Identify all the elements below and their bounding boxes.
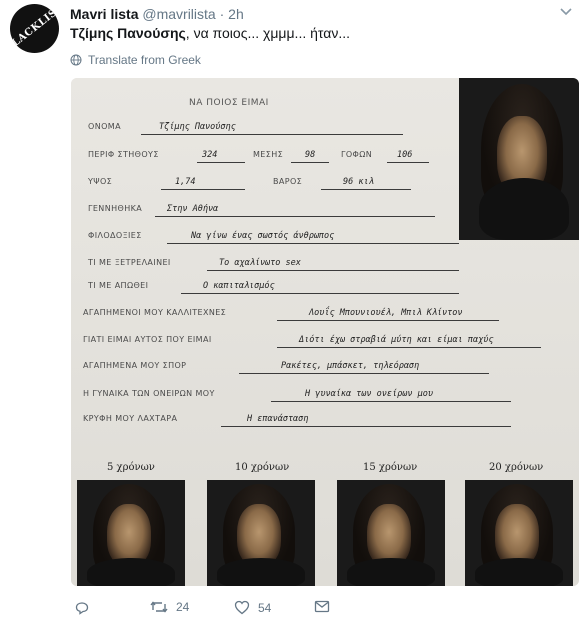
form-value-repels: Ο καπιταλισμός xyxy=(203,281,275,291)
retweet-count: 24 xyxy=(176,600,190,614)
form-value-waist: 98 xyxy=(305,150,316,160)
form-label-height: ΥΨΟΣ xyxy=(88,177,113,186)
form-value-chest: 324 xyxy=(202,150,218,160)
form-value-secret-longing: Η επανάσταση xyxy=(247,414,309,424)
form-value-name: Τζίμης Πανούσης xyxy=(159,122,236,132)
user-handle[interactable]: @mavrilista xyxy=(142,6,215,22)
globe-icon xyxy=(70,54,82,66)
reply-icon xyxy=(75,602,89,615)
tweet-actions: 24 54 xyxy=(70,600,370,620)
translate-link[interactable]: Translate from Greek xyxy=(70,53,201,67)
retweet-button[interactable]: 24 xyxy=(150,600,189,614)
form-value-height: 1,74 xyxy=(175,177,196,187)
form-label-why: ΓΙΑΤΙ ΕΙΜΑΙ ΑΥΤΟΣ ΠΟΥ ΕΙΜΑΙ xyxy=(83,335,212,344)
tweet-text: Τζίμης Πανούσης, να ποιος... χμμμ... ήτα… xyxy=(70,25,350,41)
form-label-secret-longing: ΚΡΥΦΗ ΜΟΥ ΛΑΧΤΑΡΑ xyxy=(83,414,178,423)
translate-label: Translate from Greek xyxy=(88,53,201,67)
form-label-dream-woman: Η ΓΥΝΑΙΚΑ ΤΩΝ ΟΝΕΙΡΩΝ ΜΟΥ xyxy=(83,389,215,398)
separator-dot: · xyxy=(219,6,225,22)
chevron-down-icon[interactable] xyxy=(558,6,574,18)
form-title: ΝΑ ΠΟΙΟΣ ΕΙΜΑΙ xyxy=(189,98,269,108)
heart-icon xyxy=(234,600,250,615)
age-label-20: 20 χρόνων xyxy=(489,462,544,473)
tweet-media-image[interactable]: ΝΑ ΠΟΙΟΣ ΕΙΜΑΙ ΟΝΟΜΑ Τζίμης Πανούσης ΠΕΡ… xyxy=(71,78,579,586)
photo-age-5 xyxy=(77,480,185,586)
form-label-sports: ΑΓΑΠΗΜΕΝΑ ΜΟΥ ΣΠΟΡ xyxy=(83,361,187,370)
age-label-5: 5 χρόνων xyxy=(107,462,155,473)
form-label-repels: ΤΙ ΜΕ ΑΠΩΘΕΙ xyxy=(88,281,149,290)
age-label-10: 10 χρόνων xyxy=(235,462,290,473)
like-count: 54 xyxy=(258,600,272,615)
form-label-name: ΟΝΟΜΑ xyxy=(88,122,121,131)
reply-button[interactable] xyxy=(74,600,90,616)
form-value-why: Διότι έχω στραβιά μύτη και είμαι παχύς xyxy=(299,335,494,345)
form-value-artists: Λουΐς Μπουνιουέλ, Μπιλ Κλίντον xyxy=(309,308,463,318)
tweet-header: Mavri lista @mavrilista · 2h xyxy=(70,6,244,22)
form-value-born: Στην Αθήνα xyxy=(167,204,219,214)
timestamp[interactable]: 2h xyxy=(228,6,244,22)
tweet-mention: Τζίμης Πανούσης xyxy=(70,25,186,41)
tweet-body: , να ποιος... χμμμ... ήταν... xyxy=(185,25,350,41)
form-paper: ΝΑ ΠΟΙΟΣ ΕΙΜΑΙ ΟΝΟΜΑ Τζίμης Πανούσης ΠΕΡ… xyxy=(71,78,579,586)
photo-age-10 xyxy=(207,480,315,586)
form-label-chest: ΠΕΡΙΦ ΣΤΗΘΟΥΣ xyxy=(88,150,159,159)
tweet: BLACKLIST Mavri lista @mavrilista · 2h Τ… xyxy=(0,0,588,629)
direct-message-button[interactable] xyxy=(314,600,330,613)
form-label-waist: ΜΕΣΗΣ xyxy=(253,150,284,159)
form-value-sports: Ρακέτες, μπάσκετ, τηλεόραση xyxy=(281,361,420,371)
age-label-15: 15 χρόνων xyxy=(363,462,418,473)
form-label-excites: ΤΙ ΜΕ ΞΕΤΡΕΛΑΙΝΕΙ xyxy=(88,258,171,267)
form-label-hips: ΓΟΦΩΝ xyxy=(341,150,373,159)
like-button[interactable]: 54 xyxy=(234,600,271,615)
photo-age-20 xyxy=(465,480,573,586)
main-portrait-photo xyxy=(459,78,579,240)
form-label-ambitions: ΦΙΛΟΔΟΞΙΕΣ xyxy=(88,231,142,240)
avatar[interactable]: BLACKLIST xyxy=(10,4,59,53)
form-value-excites: Το αχαλίνωτο sex xyxy=(219,258,301,268)
form-label-born: ΓΕΝΝΗΘΗΚΑ xyxy=(88,204,143,213)
form-label-artists: ΑΓΑΠΗΜΕΝΟΙ ΜΟΥ ΚΑΛΛΙΤΕΧΝΕΣ xyxy=(83,308,227,317)
avatar-logo-text: BLACKLIST xyxy=(10,4,59,53)
envelope-icon xyxy=(314,600,330,613)
form-value-weight: 96 κιλ xyxy=(343,177,374,187)
form-value-hips: 106 xyxy=(397,150,413,160)
retweet-icon xyxy=(150,601,168,613)
form-label-weight: ΒΑΡΟΣ xyxy=(273,177,303,186)
display-name[interactable]: Mavri lista xyxy=(70,6,138,22)
form-value-dream-woman: Η γυναίκα των ονείρων μου xyxy=(305,389,433,399)
photo-age-15 xyxy=(337,480,445,586)
form-value-ambitions: Να γίνω ένας σωστός άνθρωπος xyxy=(191,231,335,241)
